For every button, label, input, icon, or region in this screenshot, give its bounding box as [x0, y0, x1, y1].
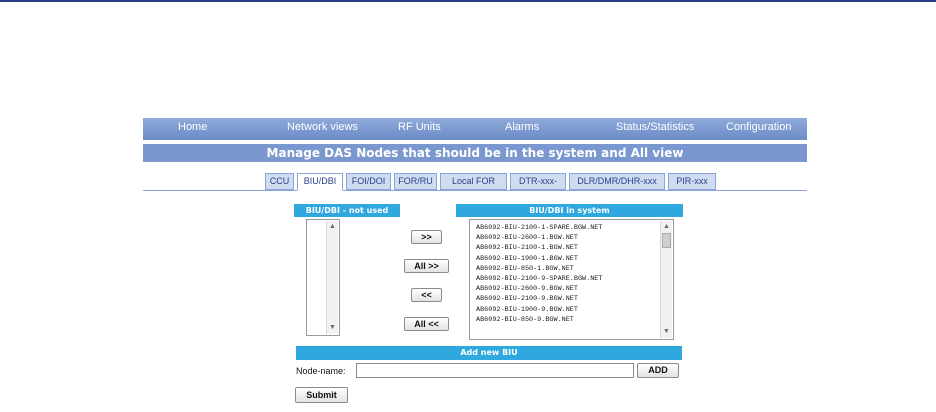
- node-name-input[interactable]: [356, 363, 634, 378]
- scroll-down-arrow-icon[interactable]: ▼: [327, 324, 338, 332]
- in-system-scrollbar[interactable]: ▲ ▼: [660, 221, 672, 338]
- tab-local-for[interactable]: Local FOR: [440, 173, 507, 190]
- list-item[interactable]: AB6092-BIU-2100-1-SPARE.BGW.NET: [476, 223, 659, 233]
- node-name-label: Node-name:: [296, 366, 346, 376]
- tab-biu-dbi[interactable]: BIU/DBI: [297, 173, 343, 191]
- scroll-down-arrow-icon[interactable]: ▼: [661, 328, 672, 336]
- tab-for-ru[interactable]: FOR/RU: [394, 173, 437, 190]
- tab-dlr-dmr-dhr[interactable]: DLR/DMR/DHR-xxx: [569, 173, 665, 190]
- list-item[interactable]: AB6092-BIU-850-9.BGW.NET: [476, 315, 659, 325]
- in-system-items: AB6092-BIU-2100-1-SPARE.BGW.NET AB6092-B…: [476, 223, 659, 325]
- move-all-left-button[interactable]: All <<: [404, 317, 449, 331]
- list-item[interactable]: AB6092-BIU-2100-9-SPARE.BGW.NET: [476, 274, 659, 284]
- add-button[interactable]: ADD: [637, 363, 679, 378]
- nav-item-network-views[interactable]: Network views: [287, 121, 358, 133]
- scroll-up-arrow-icon[interactable]: ▲: [327, 223, 338, 231]
- node-type-tabs: CCU BIU/DBI FOI/DOI FOR/RU Local FOR DTR…: [143, 170, 807, 191]
- not-used-scrollbar[interactable]: ▲ ▼: [326, 221, 338, 334]
- nav-item-alarms[interactable]: Alarms: [505, 121, 539, 133]
- submit-button[interactable]: Submit: [295, 387, 348, 403]
- scroll-thumb[interactable]: [662, 233, 671, 248]
- add-new-header: Add new BIU: [296, 346, 682, 360]
- list-item[interactable]: AB6092-BIU-1900-1.BGW.NET: [476, 254, 659, 264]
- nav-item-rf-units[interactable]: RF Units: [398, 121, 441, 133]
- tab-dtr[interactable]: DTR-xxx-: [510, 173, 566, 190]
- nav-item-configuration[interactable]: Configuration: [726, 121, 791, 133]
- in-system-header: BIU/DBI in system: [456, 204, 683, 217]
- list-item[interactable]: AB6092-BIU-2600-1.BGW.NET: [476, 233, 659, 243]
- nav-item-home[interactable]: Home: [178, 121, 207, 133]
- top-divider-line: [0, 0, 936, 2]
- tab-ccu[interactable]: CCU: [265, 173, 294, 190]
- move-right-button[interactable]: >>: [411, 230, 442, 244]
- move-left-button[interactable]: <<: [411, 288, 442, 302]
- tab-foi-doi[interactable]: FOI/DOI: [346, 173, 391, 190]
- move-all-right-button[interactable]: All >>: [404, 259, 449, 273]
- list-item[interactable]: AB6092-BIU-1900-9.BGW.NET: [476, 305, 659, 315]
- list-item[interactable]: AB6092-BIU-2100-1.BGW.NET: [476, 243, 659, 253]
- main-navigation-bar: Home Network views RF Units Alarms Statu…: [143, 118, 807, 140]
- nav-item-status-statistics[interactable]: Status/Statistics: [616, 121, 694, 133]
- das-node-manager: Home Network views RF Units Alarms Statu…: [143, 118, 807, 412]
- list-item[interactable]: AB6092-BIU-2100-9.BGW.NET: [476, 294, 659, 304]
- not-used-header: BIU/DBI - not used: [294, 204, 400, 217]
- in-system-listbox[interactable]: AB6092-BIU-2100-1-SPARE.BGW.NET AB6092-B…: [469, 219, 674, 340]
- list-item[interactable]: AB6092-BIU-850-1.BGW.NET: [476, 264, 659, 274]
- page-title: Manage DAS Nodes that should be in the s…: [143, 144, 807, 162]
- tab-pir[interactable]: PIR-xxx: [668, 173, 716, 190]
- scroll-up-arrow-icon[interactable]: ▲: [661, 223, 672, 231]
- not-used-listbox[interactable]: ▲ ▼: [306, 219, 340, 336]
- list-item[interactable]: AB6092-BIU-2600-9.BGW.NET: [476, 284, 659, 294]
